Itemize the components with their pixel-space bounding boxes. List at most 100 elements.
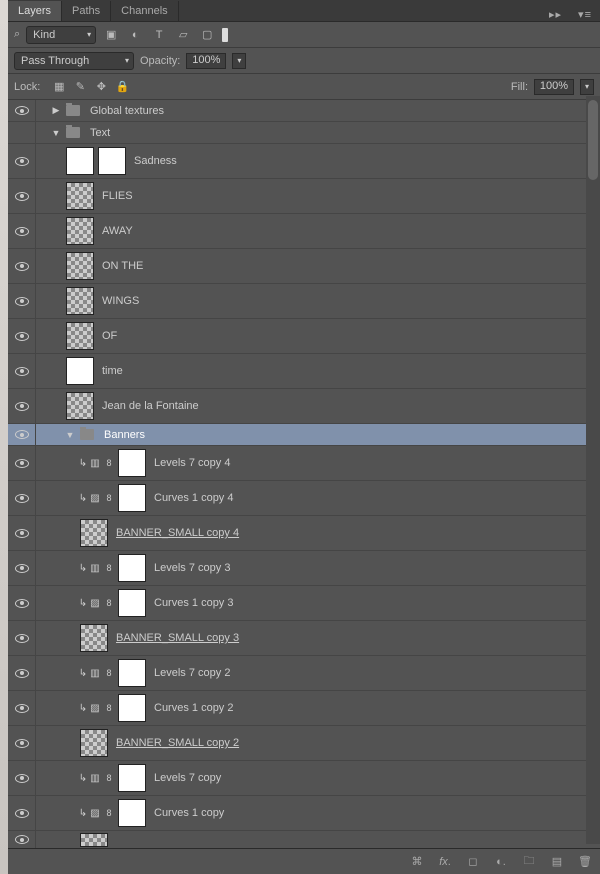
layer-row[interactable]: ↳▨8Curves 1 copy 3 xyxy=(8,586,600,621)
layer-name[interactable]: Banners xyxy=(104,429,145,441)
layer-row[interactable]: ↳▨8Curves 1 copy 4 xyxy=(8,481,600,516)
layer-row[interactable]: FLIES xyxy=(8,179,600,214)
layer-row[interactable] xyxy=(8,831,600,848)
filter-shape-icon[interactable]: ▱ xyxy=(174,26,192,44)
filter-adjust-icon[interactable]: ◐ xyxy=(126,26,144,44)
visibility-toggle[interactable] xyxy=(8,389,36,423)
layer-row[interactable]: WINGS xyxy=(8,284,600,319)
filter-toggle[interactable] xyxy=(222,28,228,42)
chevron-down-icon[interactable]: ▼ xyxy=(64,430,76,440)
layer-name[interactable]: ON THE xyxy=(102,260,143,272)
layer-name[interactable]: Sadness xyxy=(134,155,177,167)
mask-thumbnail[interactable] xyxy=(118,659,146,687)
layer-name[interactable]: BANNER_SMALL copy 2 xyxy=(116,737,239,749)
visibility-toggle[interactable] xyxy=(8,726,36,760)
layer-name[interactable]: time xyxy=(102,365,123,377)
layer-thumbnail[interactable] xyxy=(66,182,94,210)
visibility-toggle[interactable] xyxy=(8,214,36,248)
tab-layers[interactable]: Layers xyxy=(8,1,62,21)
layer-row[interactable]: BANNER_SMALL copy 3 xyxy=(8,621,600,656)
layer-group-row[interactable]: ▼ Banners xyxy=(8,424,600,446)
chevron-down-icon[interactable]: ▼ xyxy=(50,128,62,138)
visibility-toggle[interactable] xyxy=(8,144,36,178)
layer-name[interactable]: Jean de la Fontaine xyxy=(102,400,199,412)
trash-icon[interactable]: 🗑 xyxy=(578,855,592,868)
mask-thumbnail[interactable] xyxy=(118,764,146,792)
layer-name[interactable]: WINGS xyxy=(102,295,139,307)
layer-row[interactable]: ↳▥8Levels 7 copy xyxy=(8,761,600,796)
layer-row[interactable]: ↳▥8Levels 7 copy 2 xyxy=(8,656,600,691)
scrollbar[interactable] xyxy=(586,96,600,844)
tab-channels[interactable]: Channels xyxy=(111,1,178,21)
fill-input[interactable]: 100% xyxy=(534,79,574,95)
collapse-icon[interactable]: ▸▸ xyxy=(541,8,570,21)
layer-name[interactable]: Levels 7 copy 4 xyxy=(154,457,230,469)
layer-name[interactable]: BANNER_SMALL copy 4 xyxy=(116,527,239,539)
layer-thumbnail[interactable] xyxy=(66,252,94,280)
layer-name[interactable]: Curves 1 copy 3 xyxy=(154,597,233,609)
layer-thumbnail[interactable] xyxy=(80,833,108,847)
layer-name[interactable]: Levels 7 copy xyxy=(154,772,221,784)
layer-row[interactable]: ↳▥8Levels 7 copy 4 xyxy=(8,446,600,481)
layer-name[interactable]: Curves 1 copy 2 xyxy=(154,702,233,714)
lock-all-icon[interactable]: 🔒 xyxy=(113,78,131,96)
chevron-right-icon[interactable]: ▶ xyxy=(50,105,62,116)
layer-thumbnail[interactable] xyxy=(80,519,108,547)
layer-thumbnail[interactable] xyxy=(80,729,108,757)
layer-row[interactable]: OF xyxy=(8,319,600,354)
lock-transparent-icon[interactable]: ▦ xyxy=(50,78,68,96)
filter-type-icon[interactable]: T xyxy=(150,26,168,44)
visibility-toggle[interactable] xyxy=(8,516,36,550)
visibility-toggle[interactable] xyxy=(8,100,36,121)
visibility-toggle[interactable] xyxy=(8,249,36,283)
visibility-toggle[interactable] xyxy=(8,656,36,690)
visibility-toggle[interactable] xyxy=(8,831,36,848)
mask-thumbnail[interactable] xyxy=(98,147,126,175)
new-layer-icon[interactable]: ▤ xyxy=(550,855,564,868)
layer-thumbnail[interactable] xyxy=(66,147,94,175)
layer-row[interactable]: ON THE xyxy=(8,249,600,284)
lock-position-icon[interactable]: ✥ xyxy=(92,78,110,96)
mask-thumbnail[interactable] xyxy=(118,449,146,477)
layer-row[interactable]: AWAY xyxy=(8,214,600,249)
filter-pixel-icon[interactable]: ▣ xyxy=(102,26,120,44)
visibility-toggle[interactable] xyxy=(8,761,36,795)
layer-row[interactable]: Sadness xyxy=(8,144,600,179)
layer-name[interactable]: BANNER_SMALL copy 3 xyxy=(116,632,239,644)
visibility-toggle[interactable] xyxy=(8,424,36,445)
mask-thumbnail[interactable] xyxy=(118,799,146,827)
layer-group-row[interactable]: ▶Global textures xyxy=(8,100,600,122)
layer-group-row[interactable]: ▼ Text xyxy=(8,122,600,144)
layer-name[interactable]: Levels 7 copy 2 xyxy=(154,667,230,679)
layer-name[interactable]: FLIES xyxy=(102,190,133,202)
mask-icon[interactable]: ◻ xyxy=(466,855,480,868)
fx-icon[interactable]: fx. xyxy=(438,856,452,868)
layer-row[interactable]: ↳▨8Curves 1 copy xyxy=(8,796,600,831)
scrollbar-thumb[interactable] xyxy=(588,100,598,180)
link-layers-icon[interactable]: ⌘ xyxy=(410,855,424,868)
layer-name[interactable]: Curves 1 copy xyxy=(154,807,224,819)
layer-row[interactable]: Jean de la Fontaine xyxy=(8,389,600,424)
layer-name[interactable]: AWAY xyxy=(102,225,133,237)
layer-name[interactable]: Text xyxy=(90,127,110,139)
visibility-toggle[interactable] xyxy=(8,691,36,725)
adjustment-icon[interactable]: ◐. xyxy=(494,856,508,868)
visibility-toggle[interactable] xyxy=(8,284,36,318)
visibility-toggle[interactable] xyxy=(8,446,36,480)
opacity-input[interactable]: 100% xyxy=(186,53,226,69)
opacity-stepper[interactable]: ▾ xyxy=(232,53,246,69)
layer-name[interactable]: OF xyxy=(102,330,117,342)
layer-thumbnail[interactable] xyxy=(66,357,94,385)
layer-row[interactable]: ↳▥8Levels 7 copy 3 xyxy=(8,551,600,586)
layer-name[interactable]: Levels 7 copy 3 xyxy=(154,562,230,574)
mask-thumbnail[interactable] xyxy=(118,694,146,722)
tab-paths[interactable]: Paths xyxy=(62,1,111,21)
mask-thumbnail[interactable] xyxy=(118,589,146,617)
filter-smart-icon[interactable]: ▢ xyxy=(198,26,216,44)
filter-kind-dropdown[interactable]: Kind xyxy=(26,26,96,44)
mask-thumbnail[interactable] xyxy=(118,554,146,582)
layer-thumbnail[interactable] xyxy=(66,322,94,350)
blend-mode-dropdown[interactable]: Pass Through xyxy=(14,52,134,70)
visibility-toggle[interactable] xyxy=(8,122,36,143)
visibility-toggle[interactable] xyxy=(8,481,36,515)
